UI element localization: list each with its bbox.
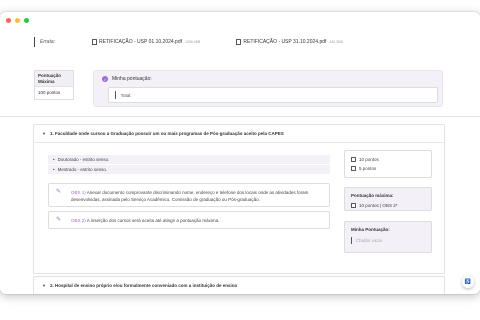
caret-down-icon[interactable]: ▼ xyxy=(42,131,46,136)
errata-label: Errata: xyxy=(40,39,56,45)
points-option-5[interactable]: 5 pontos xyxy=(345,164,431,173)
errata-file-2[interactable]: RETIFICAÇÃO - USP 31.10.2024.pdf 442.3KB xyxy=(236,39,343,45)
obs-text: Anexar documento comprovante discriminan… xyxy=(71,190,309,202)
option-label: Doutorado - estrito senso. xyxy=(57,157,110,162)
my-points-input[interactable]: Chatão vazia xyxy=(351,235,425,245)
file-name[interactable]: RETIFICAÇÃO - USP 01.10.2024.pdf xyxy=(99,39,182,45)
edit-icon: ✎ xyxy=(56,189,62,195)
points-choice-card: 10 pontos 5 pontos xyxy=(344,150,432,178)
close-window-button[interactable] xyxy=(6,18,11,23)
file-size: 442.3KB xyxy=(329,40,343,44)
maximize-window-button[interactable] xyxy=(24,18,29,23)
section-title: 1. Faculdade onde cursou a Graduação pos… xyxy=(49,131,284,136)
accessibility-icon[interactable]: ♿ xyxy=(462,276,474,288)
window-controls xyxy=(6,18,29,23)
obs-tag: OBS 2) xyxy=(71,218,86,223)
obs-tag: OBS 1) xyxy=(71,190,86,195)
max-points-card: Pontuação máxima: 10 pontos | OBS 2* xyxy=(344,187,432,211)
total-field: Total: xyxy=(108,87,438,103)
points-option-10[interactable]: 10 pontos xyxy=(345,155,431,164)
obs-text: A inserção dos cursos será aceita até at… xyxy=(86,218,220,223)
edit-icon: ✎ xyxy=(56,217,62,223)
max-points-title: Pontuação máxima: xyxy=(351,193,394,198)
checkbox[interactable] xyxy=(351,166,356,171)
errata-row: Errata: RETIFICAÇÃO - USP 01.10.2024.pdf… xyxy=(34,36,446,48)
option-label: Mestrado - estrito senso. xyxy=(57,167,108,172)
criterion-section-1: ▼ 1. Faculdade onde cursou a Graduação p… xyxy=(33,124,445,274)
my-points-placeholder: Chatão vazia xyxy=(355,237,383,243)
bullet-icon: • xyxy=(53,157,55,162)
option-item: • Mestrado - estrito senso. xyxy=(48,165,330,174)
max-points-value: 10 pontos | OBS 2* xyxy=(359,203,398,208)
document-icon xyxy=(92,39,97,45)
checkbox[interactable] xyxy=(351,157,356,162)
file-size: 1006.9KB xyxy=(185,40,201,44)
obs-note-1: ✎ OBS 1) Anexar documento comprovante di… xyxy=(48,183,330,207)
my-points-title: Minha Pontuação: xyxy=(351,227,390,232)
caret-down-icon[interactable]: ▼ xyxy=(42,283,46,288)
section-header[interactable]: ▼ 2. Hospital de ensino próprio e/ou for… xyxy=(34,277,444,294)
points-option-label: 5 pontos xyxy=(359,166,377,171)
total-label: Total: xyxy=(120,92,132,98)
max-score-card: Pontuação Máxima 100 pontos xyxy=(34,70,74,100)
option-item: • Doutorado - estrito senso. xyxy=(48,155,330,164)
my-score-panel: ✓ Minha pontuação: Total: xyxy=(93,70,443,107)
app-window: Errata: RETIFICAÇÃO - USP 01.10.2024.pdf… xyxy=(0,12,480,294)
input-cursor xyxy=(351,236,352,244)
errata-marker xyxy=(34,37,35,47)
my-points-card: Minha Pontuação: Chatão vazia xyxy=(344,221,432,253)
my-score-title: ✓ Minha pontuação: xyxy=(102,76,152,82)
bullet-icon: • xyxy=(53,167,55,172)
max-points-option[interactable]: 10 pontos | OBS 2* xyxy=(345,201,431,210)
check-circle-icon: ✓ xyxy=(102,76,108,82)
document-icon xyxy=(236,39,242,45)
divider xyxy=(0,116,480,117)
minimize-window-button[interactable] xyxy=(15,18,20,23)
criterion-section-2: ▼ 2. Hospital de ensino próprio e/ou for… xyxy=(33,276,445,294)
errata-file-1[interactable]: RETIFICAÇÃO - USP 01.10.2024.pdf 1006.9K… xyxy=(92,39,200,45)
max-score-value: 100 pontos xyxy=(38,90,61,95)
file-name[interactable]: RETIFICAÇÃO - USP 31.10.2024.pdf xyxy=(243,39,326,45)
my-score-title-text: Minha pontuação: xyxy=(112,76,152,82)
checkbox[interactable] xyxy=(351,203,356,208)
points-option-label: 10 pontos xyxy=(359,157,379,162)
obs-note-2: ✎ OBS 2) A inserção dos cursos será acei… xyxy=(48,211,330,229)
section-header[interactable]: ▼ 1. Faculdade onde cursou a Graduação p… xyxy=(34,125,444,143)
max-score-label: Pontuação Máxima xyxy=(35,71,73,87)
section-title: 2. Hospital de ensino próprio e/ou forma… xyxy=(49,283,238,288)
total-marker xyxy=(115,91,116,99)
